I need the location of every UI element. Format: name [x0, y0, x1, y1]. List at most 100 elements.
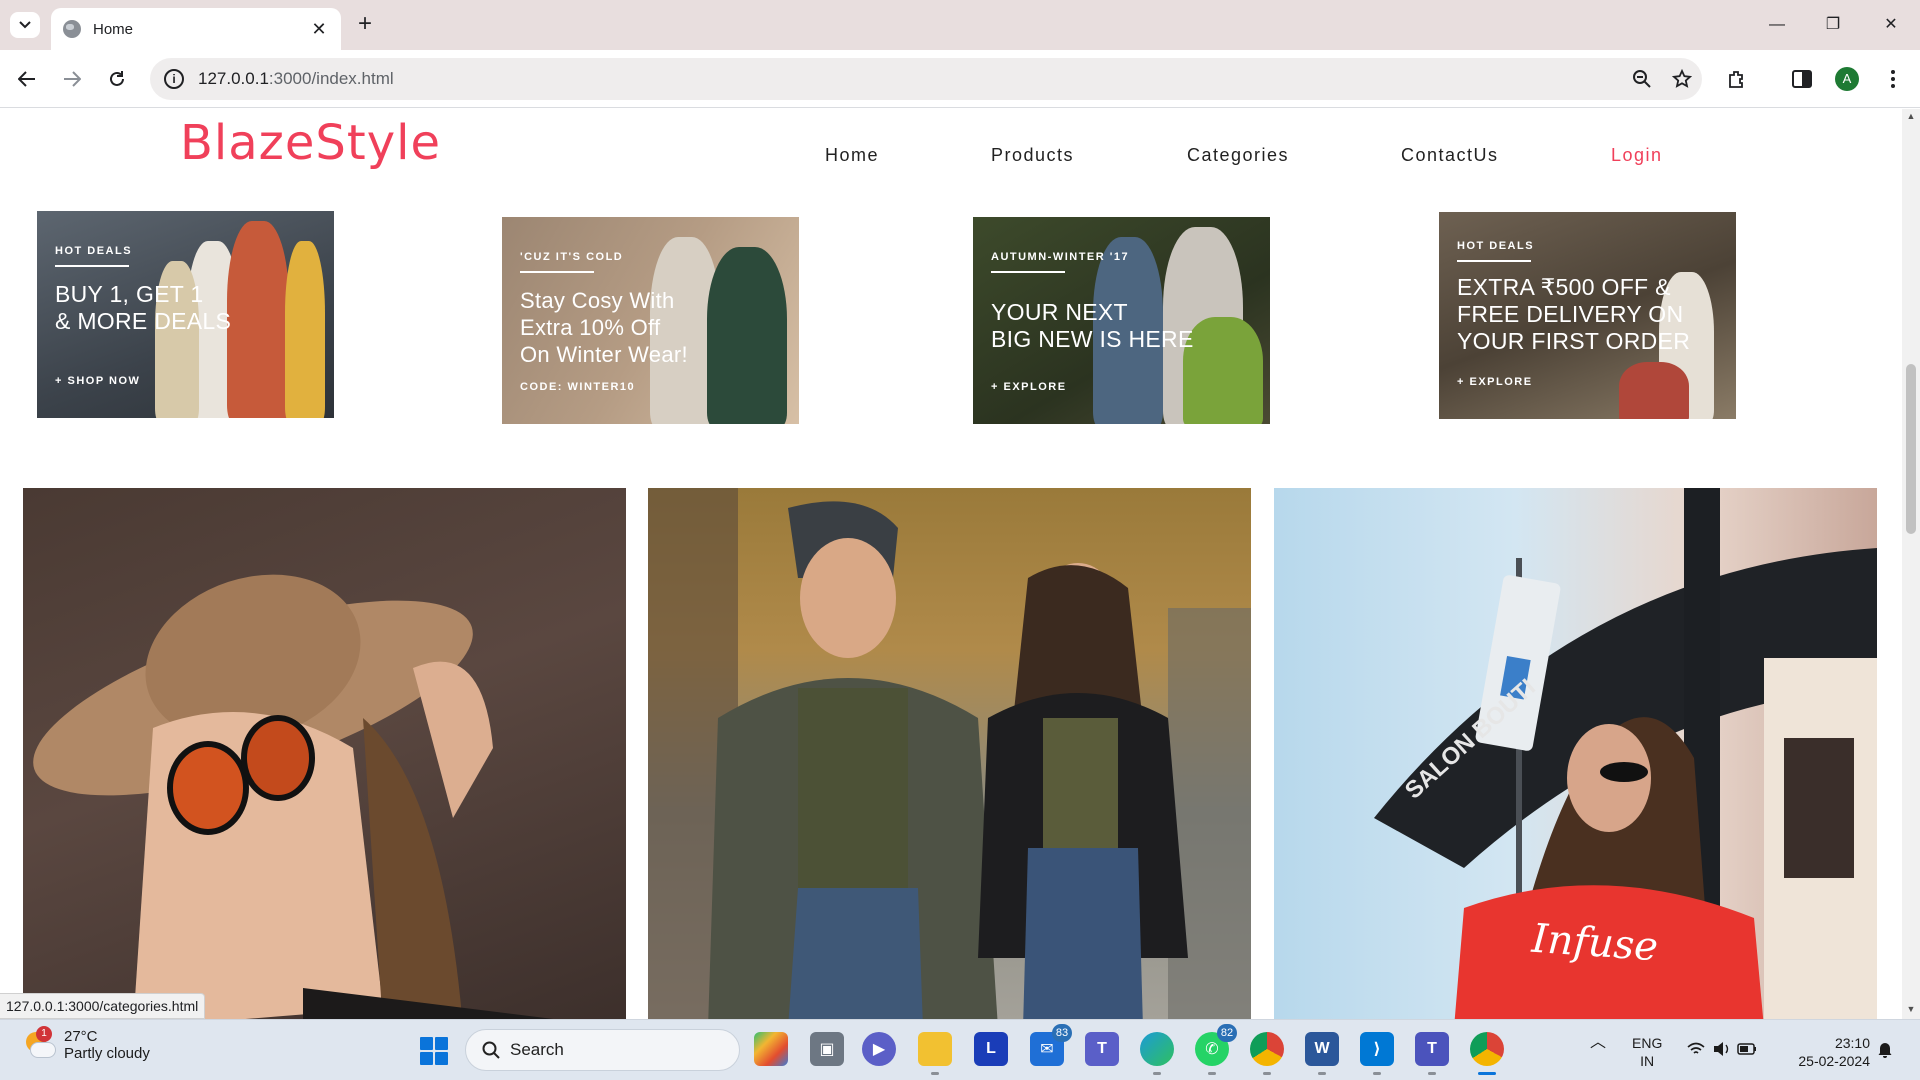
- language-code: ENG: [1632, 1035, 1663, 1051]
- scroll-up-arrow[interactable]: ▲: [1906, 111, 1916, 121]
- taskbar-meet[interactable]: ▶: [862, 1032, 896, 1066]
- system-tray-icons: [1687, 1042, 1756, 1056]
- banner-heading-line: EXTRA ₹500 OFF &: [1457, 274, 1671, 300]
- nav-link-contact[interactable]: ContactUs: [1401, 145, 1499, 166]
- taskbar-chrome-profile-1[interactable]: [1250, 1032, 1284, 1075]
- url-host: 127.0.0.1: [198, 69, 269, 88]
- avatar: A: [1835, 67, 1859, 91]
- profile-button[interactable]: A: [1830, 62, 1864, 96]
- model-figure: [707, 247, 787, 424]
- site-logo[interactable]: BlazeStyle: [180, 115, 441, 171]
- bookmark-button[interactable]: [1662, 59, 1702, 99]
- clock-date: 25-02-2024: [1798, 1053, 1870, 1069]
- zoom-button[interactable]: [1622, 59, 1662, 99]
- notifications-button[interactable]: [1876, 1040, 1894, 1062]
- banner-heading-line: BUY 1, GET 1: [55, 281, 204, 307]
- taskbar-app-l[interactable]: L: [974, 1032, 1008, 1066]
- promo-banner-buy1get1[interactable]: HOT DEALS BUY 1, GET 1 & MORE DEALS + SH…: [37, 211, 334, 418]
- show-hidden-icons[interactable]: ︿: [1590, 1034, 1606, 1052]
- model-figure: [227, 221, 289, 418]
- side-panel-icon: [1792, 70, 1812, 88]
- browser-toolbar: i 127.0.0.1:3000/index.html A: [0, 50, 1920, 108]
- taskbar-search[interactable]: Search: [465, 1029, 740, 1071]
- product-photo-couple[interactable]: [648, 488, 1251, 1019]
- nav-link-login[interactable]: Login: [1611, 145, 1663, 166]
- shirt-print-text: Infuse: [1529, 916, 1659, 971]
- taskbar-copilot[interactable]: [754, 1032, 788, 1066]
- promo-banner-autumn-winter[interactable]: AUTUMN-WINTER '17 YOUR NEXT BIG NEW IS H…: [973, 217, 1270, 424]
- page-viewport: BlazeStyle Home Products Categories Cont…: [0, 109, 1920, 1019]
- browser-tab-bar: Home ✕ + — ❐ ✕: [0, 0, 1920, 50]
- address-bar[interactable]: i 127.0.0.1:3000/index.html: [150, 58, 1702, 100]
- banner-heading-line: Extra 10% Off: [520, 315, 661, 340]
- taskbar-teams-new[interactable]: T: [1415, 1032, 1449, 1075]
- site-info-icon[interactable]: i: [164, 69, 184, 89]
- arrow-left-icon: [18, 71, 35, 87]
- minimize-button[interactable]: —: [1752, 10, 1802, 40]
- network-volume-battery[interactable]: [1686, 1040, 1758, 1062]
- extensions-button[interactable]: [1720, 62, 1754, 96]
- nav-link-categories[interactable]: Categories: [1187, 145, 1289, 166]
- puzzle-icon: [1729, 71, 1743, 88]
- region-code: IN: [1640, 1053, 1655, 1069]
- scroll-down-arrow[interactable]: ▼: [1906, 1004, 1916, 1014]
- couple-illustration: [648, 488, 1251, 1019]
- chevron-up-icon: ︿: [1590, 1034, 1607, 1051]
- page-scrollbar[interactable]: ▲ ▼: [1902, 109, 1920, 1019]
- url-path: :3000/index.html: [268, 69, 394, 88]
- banner-tag: AUTUMN-WINTER '17: [991, 251, 1129, 273]
- teams-new-icon: T: [1427, 1040, 1437, 1057]
- forward-button[interactable]: [55, 62, 89, 96]
- weather-temperature: 27°C: [64, 1028, 98, 1045]
- browser-tab-home[interactable]: Home ✕: [51, 8, 341, 50]
- url-text[interactable]: 127.0.0.1:3000/index.html: [198, 69, 1622, 89]
- windows-logo-icon: [420, 1037, 433, 1050]
- taskbar-mail[interactable]: ✉ 83: [1030, 1024, 1072, 1066]
- banner-heading-line: YOUR FIRST ORDER: [1457, 328, 1691, 354]
- banner-cta[interactable]: + EXPLORE: [991, 381, 1067, 393]
- mail-icon: ✉: [1040, 1041, 1054, 1058]
- nav-link-home[interactable]: Home: [825, 145, 879, 166]
- close-icon[interactable]: ✕: [309, 19, 329, 40]
- clock[interactable]: 23:10 25-02-2024: [1780, 1034, 1870, 1070]
- close-window-button[interactable]: ✕: [1866, 10, 1916, 40]
- whatsapp-icon: ✆: [1205, 1041, 1219, 1058]
- taskbar-edge[interactable]: [1140, 1032, 1174, 1075]
- browser-menu-button[interactable]: [1876, 62, 1910, 96]
- language-indicator[interactable]: ENG IN: [1632, 1034, 1662, 1070]
- wifi-icon: [1687, 1042, 1705, 1054]
- banner-cta[interactable]: + EXPLORE: [1457, 376, 1533, 388]
- video-icon: ▶: [872, 1041, 886, 1058]
- banner-heading: EXTRA ₹500 OFF & FREE DELIVERY ON YOUR F…: [1457, 274, 1690, 355]
- taskbar-chrome-active[interactable]: [1470, 1032, 1504, 1075]
- taskbar-task-view[interactable]: ▣: [810, 1032, 844, 1066]
- promo-banner-winter[interactable]: 'CUZ IT'S COLD Stay Cosy With Extra 10% …: [502, 217, 799, 424]
- banner-heading-line: BIG NEW IS HERE: [991, 326, 1194, 352]
- taskbar-vscode[interactable]: ⟩: [1360, 1032, 1394, 1075]
- taskbar-word[interactable]: W: [1305, 1032, 1339, 1075]
- tab-search-button[interactable]: [10, 12, 40, 38]
- tab-title: Home: [93, 20, 134, 38]
- new-tab-button[interactable]: +: [352, 12, 378, 38]
- weather-badge: 1: [36, 1026, 52, 1042]
- chevron-down-icon: [19, 21, 31, 29]
- taskbar-whatsapp[interactable]: ✆ 82: [1195, 1024, 1237, 1075]
- product-photo-tshirt[interactable]: Infuse SALON BOUTI: [1274, 488, 1877, 1019]
- bell-icon: [1878, 1043, 1892, 1058]
- scroll-thumb[interactable]: [1906, 364, 1916, 534]
- model-figure: [1183, 317, 1263, 424]
- banner-cta[interactable]: + SHOP NOW: [55, 375, 140, 387]
- back-button[interactable]: [10, 62, 44, 96]
- promo-banner-first-order[interactable]: HOT DEALS EXTRA ₹500 OFF & FREE DELIVERY…: [1439, 212, 1736, 419]
- model-figure: [285, 241, 325, 418]
- reload-button[interactable]: [100, 62, 134, 96]
- nav-link-products[interactable]: Products: [991, 145, 1074, 166]
- taskbar-file-explorer[interactable]: [918, 1032, 952, 1075]
- product-photo-hat[interactable]: [23, 488, 626, 1019]
- taskbar-teams[interactable]: T: [1085, 1032, 1119, 1066]
- side-panel-button[interactable]: [1785, 62, 1819, 96]
- restore-button[interactable]: ❐: [1808, 10, 1858, 40]
- search-icon: [482, 1041, 500, 1059]
- start-button[interactable]: [420, 1037, 448, 1065]
- weather-widget[interactable]: 1 27°C Partly cloudy: [22, 1026, 150, 1062]
